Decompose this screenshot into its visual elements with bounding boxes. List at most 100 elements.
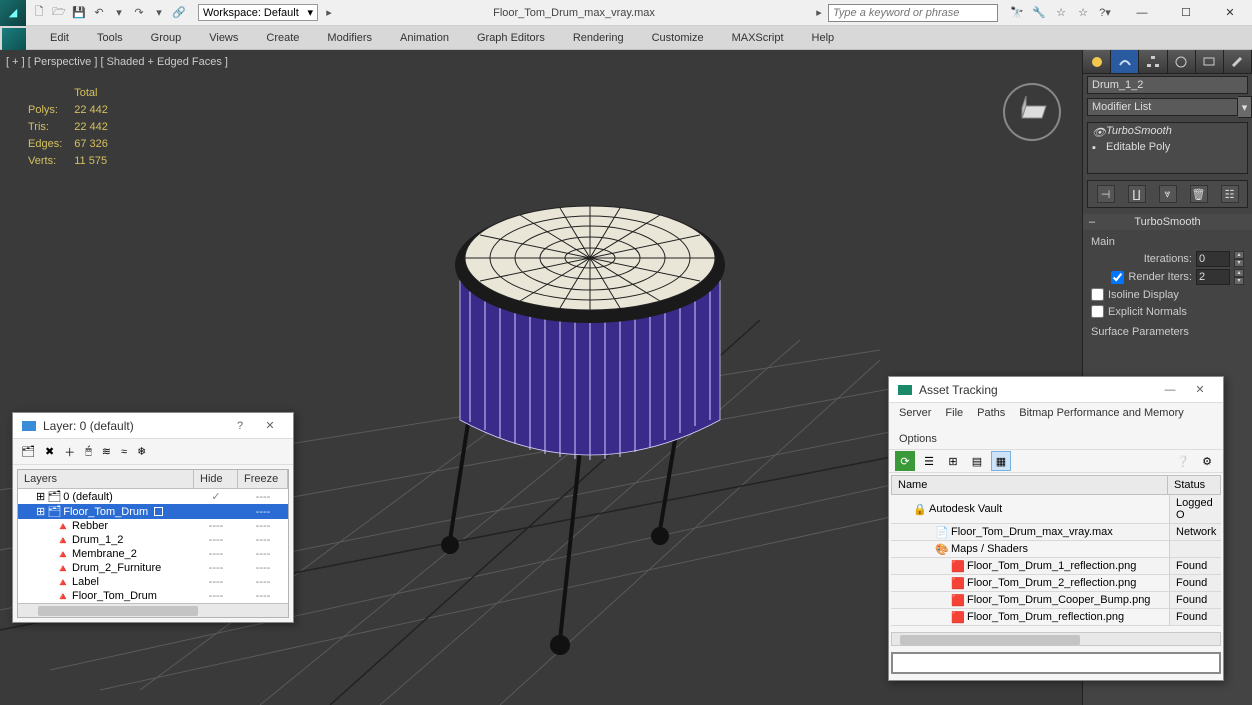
- stack-item-editablepoly[interactable]: ▪Editable Poly: [1088, 139, 1247, 155]
- layer-row[interactable]: 🔺 Drum_2_Furniture--------: [18, 561, 288, 575]
- hierarchy-tab[interactable]: [1139, 50, 1167, 73]
- workspace-selector[interactable]: Workspace: Default▾: [198, 4, 318, 21]
- layer-header[interactable]: Layers Hide Freeze: [18, 470, 288, 489]
- render-iters-check[interactable]: [1111, 271, 1124, 284]
- hide-layer-icon[interactable]: ≈: [121, 446, 127, 458]
- redo-icon[interactable]: ↷: [130, 4, 148, 22]
- asset-row[interactable]: 🔒Autodesk VaultLogged O: [891, 495, 1221, 524]
- asset-menu-server[interactable]: Server: [899, 407, 931, 419]
- menu-edit[interactable]: Edit: [36, 28, 83, 48]
- open-icon[interactable]: 🗁: [50, 4, 68, 22]
- at-thumb-icon[interactable]: ▤: [967, 451, 987, 471]
- rollout-header[interactable]: TurboSmooth: [1083, 214, 1252, 230]
- delete-layer-icon[interactable]: ✖: [45, 445, 54, 458]
- viewcube[interactable]: [1002, 82, 1062, 142]
- layer-row[interactable]: 🔺 Label--------: [18, 575, 288, 589]
- undo-icon[interactable]: ↶: [90, 4, 108, 22]
- create-tab[interactable]: [1083, 50, 1111, 73]
- asset-row[interactable]: 🟥Floor_Tom_Drum_Cooper_Bump.pngFound: [891, 592, 1221, 609]
- workspace-arrow-icon[interactable]: ▸: [320, 4, 338, 22]
- asset-close-button[interactable]: ✕: [1185, 383, 1215, 396]
- show-end-icon[interactable]: ∐: [1128, 185, 1146, 203]
- pin-stack-icon[interactable]: ⊣: [1097, 185, 1115, 203]
- asset-menu-bitmap-performance-and-memory[interactable]: Bitmap Performance and Memory: [1019, 407, 1183, 419]
- menu-maxscript[interactable]: MAXScript: [718, 28, 798, 48]
- layer-row[interactable]: 🔺 Drum_1_2--------: [18, 533, 288, 547]
- menu-help[interactable]: Help: [798, 28, 849, 48]
- explicit-check[interactable]: [1091, 305, 1104, 318]
- select-layer-icon[interactable]: 🖱: [85, 445, 92, 458]
- asset-row[interactable]: 🟥Floor_Tom_Drum_2_reflection.pngFound: [891, 575, 1221, 592]
- menu-modifiers[interactable]: Modifiers: [313, 28, 386, 48]
- search-prev-icon[interactable]: ▸: [810, 4, 828, 22]
- layer-help-button[interactable]: ?: [225, 420, 255, 432]
- search-input[interactable]: [828, 4, 998, 22]
- menu-views[interactable]: Views: [195, 28, 252, 48]
- layer-row[interactable]: ⊞ 🗂 0 (default)✓----: [18, 489, 288, 504]
- remove-mod-icon[interactable]: 🗑: [1190, 185, 1208, 203]
- undo-dd-icon[interactable]: ▾: [110, 4, 128, 22]
- layer-row[interactable]: 🔺 Floor_Tom_Drum--------: [18, 589, 288, 603]
- layer-row[interactable]: ⊞ 🗂 Floor_Tom_Drum ----: [18, 504, 288, 519]
- display-tab[interactable]: [1196, 50, 1224, 73]
- add-to-layer-icon[interactable]: ＋: [64, 444, 75, 460]
- help-icon[interactable]: ?▾: [1096, 4, 1114, 22]
- at-tree-icon[interactable]: ⊞: [943, 451, 963, 471]
- layer-row[interactable]: 🔺 Membrane_2--------: [18, 547, 288, 561]
- asset-path-input[interactable]: [891, 652, 1221, 674]
- menu-graph-editors[interactable]: Graph Editors: [463, 28, 559, 48]
- render-iters-spin-buttons[interactable]: ▴▾: [1234, 269, 1244, 285]
- menu-customize[interactable]: Customize: [638, 28, 718, 48]
- menu-tools[interactable]: Tools: [83, 28, 137, 48]
- asset-dialog-title[interactable]: Asset Tracking — ✕: [889, 377, 1223, 403]
- asset-menu-options[interactable]: Options: [899, 433, 937, 445]
- menu-group[interactable]: Group: [137, 28, 196, 48]
- freeze-layer-icon[interactable]: ❄: [137, 445, 146, 458]
- at-table-icon[interactable]: ▦: [991, 451, 1011, 471]
- menu-animation[interactable]: Animation: [386, 28, 463, 48]
- layer-hscroll[interactable]: [18, 603, 288, 617]
- new-icon[interactable]: 🗋: [30, 4, 48, 22]
- binoculars-icon[interactable]: 🔭: [1008, 4, 1026, 22]
- layer-dialog-title[interactable]: Layer: 0 (default) ? ✕: [13, 413, 293, 439]
- asset-min-button[interactable]: —: [1155, 384, 1185, 396]
- save-icon[interactable]: 💾: [70, 4, 88, 22]
- wrench-icon[interactable]: 🔧: [1030, 4, 1048, 22]
- asset-row[interactable]: 🎨Maps / Shaders: [891, 541, 1221, 558]
- menu-rendering[interactable]: Rendering: [559, 28, 638, 48]
- menu-create[interactable]: Create: [252, 28, 313, 48]
- modify-tab[interactable]: [1111, 50, 1139, 73]
- new-layer-icon[interactable]: 🗂: [21, 445, 35, 458]
- highlight-layer-icon[interactable]: ≋: [102, 445, 111, 458]
- minimize-button[interactable]: —: [1120, 0, 1164, 26]
- unique-icon[interactable]: ⩔: [1159, 185, 1177, 203]
- redo-dd-icon[interactable]: ▾: [150, 4, 168, 22]
- asset-row[interactable]: 🟥Floor_Tom_Drum_reflection.pngFound: [891, 609, 1221, 626]
- app-icon[interactable]: ◢: [0, 0, 26, 26]
- configure-icon[interactable]: ☷: [1221, 185, 1239, 203]
- link-icon[interactable]: 🔗: [170, 4, 188, 22]
- object-name-field[interactable]: Drum_1_2: [1087, 76, 1248, 94]
- modifier-list[interactable]: Modifier List: [1087, 98, 1238, 116]
- at-settings-icon[interactable]: ⚙: [1197, 451, 1217, 471]
- asset-hscroll[interactable]: [891, 632, 1221, 646]
- asset-menu-paths[interactable]: Paths: [977, 407, 1005, 419]
- utilities-tab[interactable]: [1224, 50, 1252, 73]
- modifier-list-arrow[interactable]: ▾: [1238, 96, 1252, 118]
- modifier-stack[interactable]: 👁TurboSmooth ▪Editable Poly: [1087, 122, 1248, 174]
- asset-header[interactable]: Name Status: [891, 475, 1221, 495]
- at-refresh-icon[interactable]: ⟳: [895, 451, 915, 471]
- star-icon[interactable]: ☆: [1052, 4, 1070, 22]
- app-menu-icon[interactable]: [2, 28, 26, 50]
- asset-menu-file[interactable]: File: [945, 407, 963, 419]
- stack-item-turbosmooth[interactable]: 👁TurboSmooth: [1088, 123, 1247, 139]
- star2-icon[interactable]: ☆: [1074, 4, 1092, 22]
- isoline-check[interactable]: [1091, 288, 1104, 301]
- render-iters-spinner[interactable]: 2: [1196, 269, 1230, 285]
- layer-close-button[interactable]: ✕: [255, 419, 285, 432]
- asset-row[interactable]: 🟥Floor_Tom_Drum_1_reflection.pngFound: [891, 558, 1221, 575]
- close-button[interactable]: ✕: [1208, 0, 1252, 26]
- at-list-icon[interactable]: ☰: [919, 451, 939, 471]
- asset-row[interactable]: 📄Floor_Tom_Drum_max_vray.maxNetwork: [891, 524, 1221, 541]
- maximize-button[interactable]: ☐: [1164, 0, 1208, 26]
